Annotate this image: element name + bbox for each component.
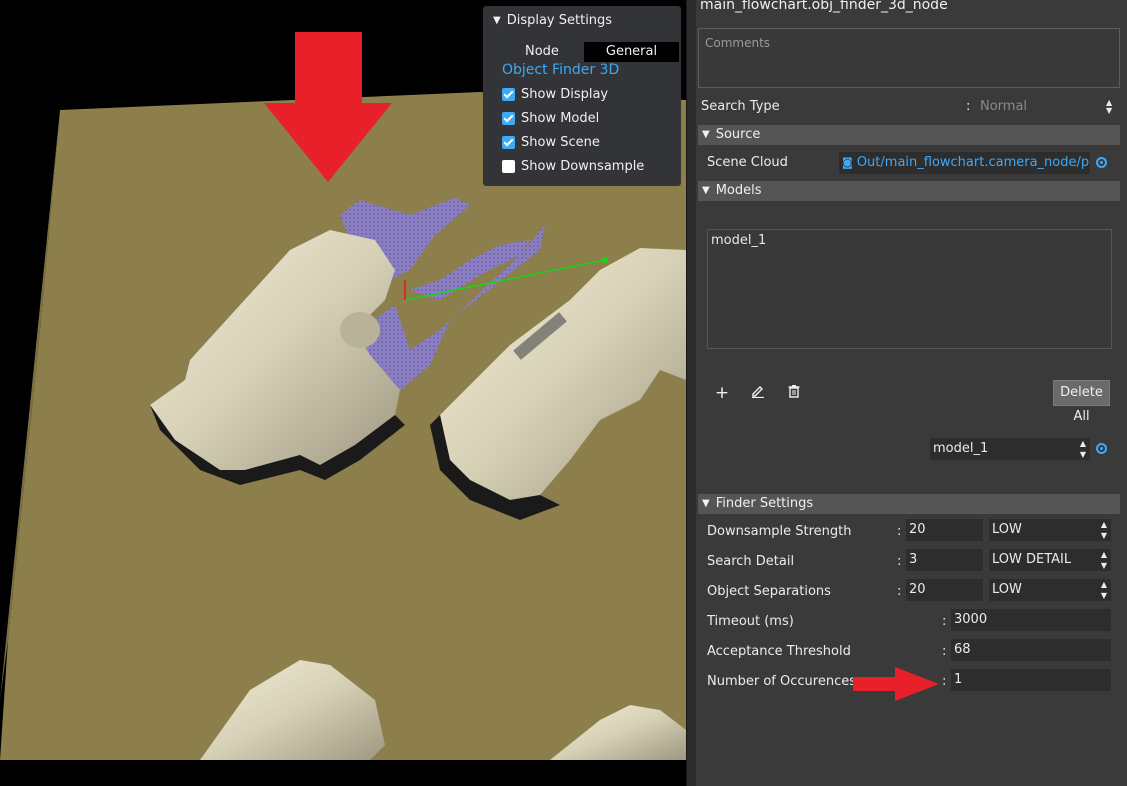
model-target-icon[interactable]: [1096, 443, 1107, 454]
number-of-occurences-label: Number of Occurences: [707, 674, 856, 689]
search-detail-label: Search Detail: [707, 554, 795, 569]
collapse-triangle-icon: ▼: [702, 185, 710, 196]
scene-cloud-field[interactable]: ◙ Out/main_flowchart.camera_node/pointC: [839, 152, 1090, 174]
display-settings-panel: ▼ Display Settings Node General Object F…: [483, 6, 681, 186]
collapse-triangle-icon: ▼: [702, 129, 710, 140]
show-model-option[interactable]: Show Model: [502, 111, 599, 126]
show-display-label: Show Display: [521, 87, 609, 102]
models-list[interactable]: model_1: [707, 229, 1112, 349]
tab-general[interactable]: General: [584, 42, 679, 62]
properties-panel: main_flowchart.obj_finder_3d_node Commen…: [696, 0, 1127, 786]
colon: :: [942, 674, 947, 689]
delete-all-button[interactable]: Delete All: [1053, 380, 1110, 424]
scene-cloud-label: Scene Cloud: [707, 155, 788, 170]
show-downsample-option[interactable]: Show Downsample: [502, 159, 644, 174]
scene-cloud-target-icon[interactable]: [1096, 157, 1107, 168]
show-downsample-label: Show Downsample: [521, 159, 645, 174]
select-arrows-icon: ▲ ▼: [1100, 550, 1107, 570]
plus-icon[interactable]: +: [713, 384, 731, 402]
show-model-label: Show Model: [521, 111, 600, 126]
annotation-arrow-right: [853, 667, 939, 701]
object-separations-select[interactable]: LOW ▲ ▼: [989, 579, 1111, 601]
show-display-option[interactable]: Show Display: [502, 87, 608, 102]
tab-node[interactable]: Node: [525, 44, 559, 59]
models-section-header[interactable]: ▼ Models: [698, 181, 1120, 201]
colon: :: [966, 99, 971, 114]
colon: :: [942, 644, 947, 659]
acceptance-threshold-label: Acceptance Threshold: [707, 644, 851, 659]
downsample-strength-input[interactable]: 20: [906, 519, 983, 541]
select-arrows-icon: ▲ ▼: [1079, 439, 1086, 459]
object-separations-level: LOW: [992, 582, 1022, 597]
show-scene-option[interactable]: Show Scene: [502, 135, 600, 150]
3d-viewport[interactable]: ▼ Display Settings Node General Object F…: [0, 0, 686, 786]
selected-model-select[interactable]: model_1 ▲ ▼: [930, 438, 1090, 460]
colon: :: [897, 554, 902, 569]
camera-icon: ◙: [842, 156, 853, 169]
source-section-header[interactable]: ▼ Source: [698, 125, 1120, 145]
search-detail-select[interactable]: LOW DETAIL ▲ ▼: [989, 549, 1111, 571]
node-title: main_flowchart.obj_finder_3d_node: [700, 0, 948, 13]
display-settings-title: Display Settings: [506, 13, 613, 28]
colon: :: [897, 524, 902, 539]
trash-icon[interactable]: [785, 384, 803, 402]
models-header-label: Models: [715, 183, 762, 198]
collapse-triangle-icon: ▼: [702, 498, 710, 509]
search-type-arrows-icon[interactable]: ▲ ▼: [1106, 99, 1112, 115]
search-type-label: Search Type: [701, 99, 780, 114]
selected-model-value: model_1: [933, 441, 989, 456]
show-downsample-checkbox[interactable]: [502, 160, 515, 173]
timeout-label: Timeout (ms): [707, 614, 794, 629]
finder-settings-section-header[interactable]: ▼ Finder Settings: [698, 494, 1120, 514]
display-tabs: Node General: [483, 42, 681, 62]
finder-settings-header-label: Finder Settings: [715, 496, 814, 511]
select-arrows-icon: ▲ ▼: [1100, 520, 1107, 540]
acceptance-threshold-input[interactable]: 68: [951, 639, 1111, 661]
panel-splitter[interactable]: [686, 0, 696, 786]
show-model-checkbox[interactable]: [502, 112, 515, 125]
comments-field[interactable]: Comments: [698, 28, 1120, 88]
show-display-checkbox[interactable]: [502, 88, 515, 101]
collapse-triangle-icon: ▼: [493, 15, 501, 26]
show-scene-checkbox[interactable]: [502, 136, 515, 149]
downsample-strength-label: Downsample Strength: [707, 524, 852, 539]
colon: :: [897, 584, 902, 599]
object-separations-input[interactable]: 20: [906, 579, 983, 601]
search-type-select[interactable]: Normal: [980, 99, 1027, 114]
downsample-strength-select[interactable]: LOW ▲ ▼: [989, 519, 1111, 541]
timeout-input[interactable]: 3000: [951, 609, 1111, 631]
show-scene-label: Show Scene: [521, 135, 600, 150]
number-of-occurences-input[interactable]: 1: [951, 669, 1111, 691]
select-arrows-icon: ▲ ▼: [1100, 580, 1107, 600]
object-finder-title: Object Finder 3D: [502, 62, 620, 78]
search-detail-level: LOW DETAIL: [992, 552, 1072, 567]
object-separations-label: Object Separations: [707, 584, 831, 599]
source-header-label: Source: [715, 127, 761, 142]
display-settings-header[interactable]: ▼ Display Settings: [493, 13, 612, 28]
colon: :: [942, 614, 947, 629]
pencil-icon[interactable]: [749, 384, 767, 402]
search-detail-input[interactable]: 3: [906, 549, 983, 571]
downsample-strength-level: LOW: [992, 522, 1022, 537]
list-item[interactable]: model_1: [711, 233, 1108, 248]
scene-cloud-value: Out/main_flowchart.camera_node/pointC: [856, 155, 1090, 170]
